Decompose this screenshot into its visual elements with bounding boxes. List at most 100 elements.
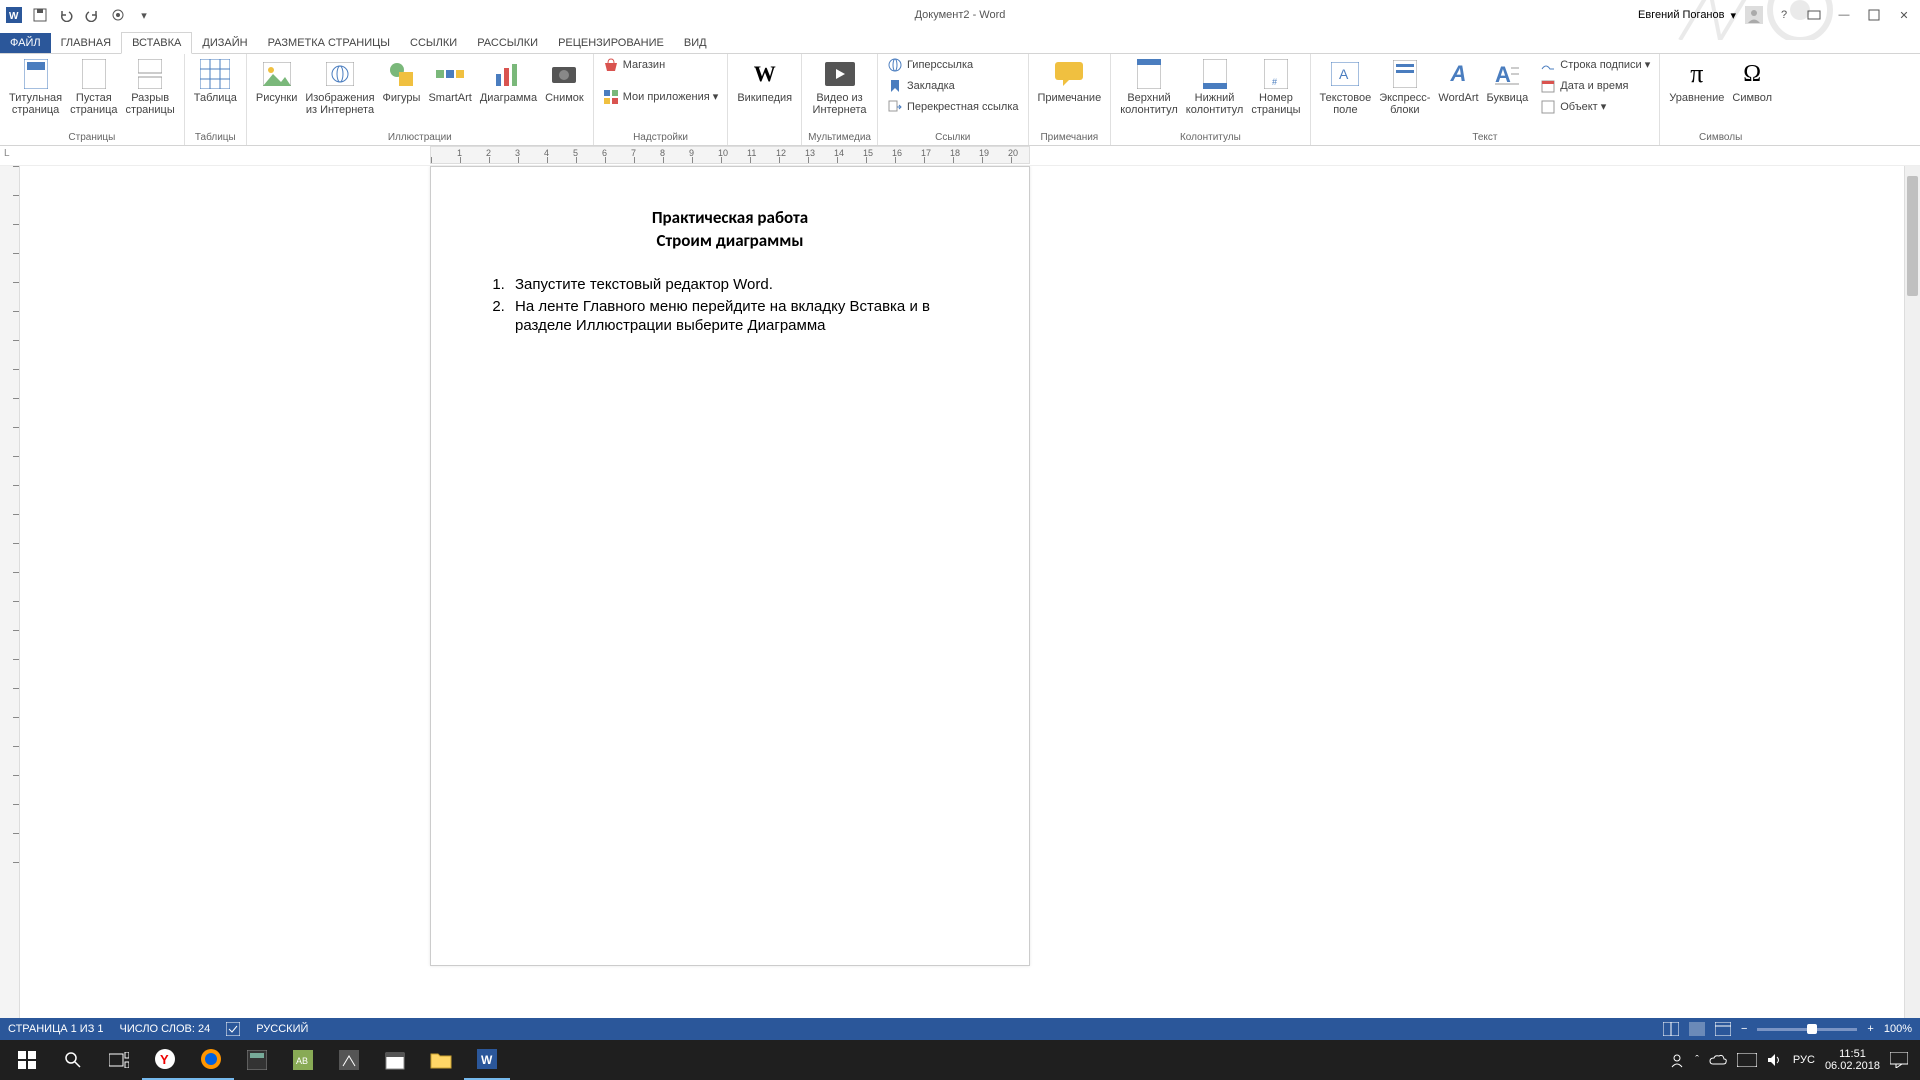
store-button[interactable]: Магазин xyxy=(600,56,722,74)
textbox-button[interactable]: AТекстовоеполе xyxy=(1317,56,1375,118)
vertical-scrollbar[interactable] xyxy=(1904,166,1920,1040)
taskbar-explorer[interactable] xyxy=(418,1040,464,1080)
touch-mode-icon[interactable] xyxy=(108,5,128,25)
qat-dropdown-icon[interactable]: ▾ xyxy=(134,5,154,25)
pictures-button[interactable]: Рисунки xyxy=(253,56,301,106)
quick-parts-button[interactable]: Экспресс-блоки xyxy=(1376,56,1433,118)
close-icon[interactable]: ✕ xyxy=(1892,5,1916,25)
tab-review[interactable]: РЕЦЕНЗИРОВАНИЕ xyxy=(548,33,674,53)
view-read-icon[interactable] xyxy=(1663,1022,1679,1036)
chart-button[interactable]: Диаграмма xyxy=(477,56,540,106)
tab-view[interactable]: ВИД xyxy=(674,33,717,53)
screenshot-button[interactable]: Снимок xyxy=(542,56,587,106)
tray-people-icon[interactable] xyxy=(1669,1052,1685,1068)
equation-button[interactable]: πУравнение xyxy=(1666,56,1727,106)
online-pictures-button[interactable]: Изображенияиз Интернета xyxy=(302,56,377,118)
zoom-out-icon[interactable]: − xyxy=(1741,1023,1747,1035)
tab-file[interactable]: ФАЙЛ xyxy=(0,33,51,53)
tray-notifications-icon[interactable] xyxy=(1890,1052,1908,1068)
signature-line-button[interactable]: Строка подписи ▾ xyxy=(1537,56,1653,74)
date-time-button[interactable]: Дата и время xyxy=(1537,77,1653,95)
statusbar: СТРАНИЦА 1 ИЗ 1 ЧИСЛО СЛОВ: 24 РУССКИЙ −… xyxy=(0,1018,1920,1040)
taskbar-calendar[interactable] xyxy=(372,1040,418,1080)
redo-icon[interactable] xyxy=(82,5,102,25)
footer-button[interactable]: Нижнийколонтитул xyxy=(1183,56,1247,118)
taskbar-calculator[interactable] xyxy=(234,1040,280,1080)
tray-up-icon[interactable]: ˆ xyxy=(1695,1054,1699,1066)
status-words[interactable]: ЧИСЛО СЛОВ: 24 xyxy=(120,1023,211,1035)
comment-button[interactable]: Примечание xyxy=(1035,56,1105,106)
group-illustrations: Рисунки Изображенияиз Интернета Фигуры S… xyxy=(247,54,594,145)
group-label-illustrations: Иллюстрации xyxy=(388,130,452,145)
undo-icon[interactable] xyxy=(56,5,76,25)
user-dropdown-icon[interactable]: ▾ xyxy=(1730,9,1736,22)
tray-volume-icon[interactable] xyxy=(1767,1053,1783,1067)
page-break-button[interactable]: Разрывстраницы xyxy=(123,56,178,118)
status-proofing-icon[interactable] xyxy=(226,1022,240,1036)
tray-onedrive-icon[interactable] xyxy=(1709,1054,1727,1066)
tab-layout[interactable]: РАЗМЕТКА СТРАНИЦЫ xyxy=(258,33,400,53)
zoom-slider[interactable] xyxy=(1757,1028,1857,1031)
blank-page-button[interactable]: Пустаястраница xyxy=(67,56,120,118)
wordart-button[interactable]: AWordArt xyxy=(1435,56,1481,106)
tab-references[interactable]: ССЫЛКИ xyxy=(400,33,467,53)
group-label-symbols: Символы xyxy=(1699,130,1742,145)
smartart-button[interactable]: SmartArt xyxy=(425,56,474,106)
shapes-button[interactable]: Фигуры xyxy=(380,56,424,106)
svg-text:A: A xyxy=(1339,66,1349,82)
tab-design[interactable]: ДИЗАЙН xyxy=(192,33,257,53)
user-name[interactable]: Евгений Поганов xyxy=(1638,9,1724,21)
taskbar-app2[interactable] xyxy=(326,1040,372,1080)
status-page[interactable]: СТРАНИЦА 1 ИЗ 1 xyxy=(8,1023,104,1035)
search-icon[interactable] xyxy=(50,1040,96,1080)
tray-keyboard-icon[interactable] xyxy=(1737,1053,1757,1067)
group-label-pages: Страницы xyxy=(68,130,115,145)
tab-mailings[interactable]: РАССЫЛКИ xyxy=(467,33,548,53)
task-view-icon[interactable] xyxy=(96,1040,142,1080)
view-print-icon[interactable] xyxy=(1689,1022,1705,1036)
symbol-button[interactable]: ΩСимвол xyxy=(1729,56,1775,106)
tray-clock[interactable]: 11:51 06.02.2018 xyxy=(1825,1048,1880,1072)
help-icon[interactable]: ? xyxy=(1772,5,1796,25)
wikipedia-button[interactable]: WВикипедия xyxy=(734,56,795,106)
ribbon-display-icon[interactable] xyxy=(1802,5,1826,25)
page[interactable]: Практическая работа Строим диаграммы Зап… xyxy=(430,166,1030,966)
tab-home[interactable]: ГЛАВНАЯ xyxy=(51,33,121,53)
svg-text:Y: Y xyxy=(160,1052,169,1067)
cross-reference-button[interactable]: Перекрестная ссылка xyxy=(884,98,1022,116)
zoom-level[interactable]: 100% xyxy=(1884,1023,1912,1035)
tray-language[interactable]: РУС xyxy=(1793,1054,1815,1066)
start-button[interactable] xyxy=(4,1040,50,1080)
page-number-button[interactable]: #Номерстраницы xyxy=(1248,56,1303,118)
object-button[interactable]: Объект ▾ xyxy=(1537,98,1653,116)
hyperlink-button[interactable]: Гиперссылка xyxy=(884,56,1022,74)
vertical-ruler[interactable] xyxy=(0,166,20,1040)
user-avatar-icon[interactable] xyxy=(1742,5,1766,25)
taskbar-yandex[interactable]: Y xyxy=(142,1040,188,1080)
maximize-icon[interactable] xyxy=(1862,5,1886,25)
word-icon[interactable]: W xyxy=(4,5,24,25)
cover-page-button[interactable]: Титульнаястраница xyxy=(6,56,65,118)
taskbar: Y AB W ˆ РУС 11:51 06.02.2018 xyxy=(0,1040,1920,1080)
taskbar-app1[interactable]: AB xyxy=(280,1040,326,1080)
scrollbar-thumb[interactable] xyxy=(1907,176,1918,296)
header-button[interactable]: Верхнийколонтитул xyxy=(1117,56,1181,118)
horizontal-ruler[interactable]: 1234567891011121314151617181920 xyxy=(430,146,1030,164)
table-button[interactable]: Таблица xyxy=(191,56,240,106)
list-item: На ленте Главного меню перейдите на вкла… xyxy=(509,297,979,336)
tab-insert[interactable]: ВСТАВКА xyxy=(121,32,192,54)
drop-cap-button[interactable]: AБуквица xyxy=(1484,56,1532,106)
status-language[interactable]: РУССКИЙ xyxy=(256,1023,308,1035)
taskbar-word[interactable]: W xyxy=(464,1040,510,1080)
bookmark-button[interactable]: Закладка xyxy=(884,77,1022,95)
online-video-button[interactable]: Видео изИнтернета xyxy=(810,56,870,118)
group-symbols: πУравнение ΩСимвол Символы xyxy=(1660,54,1781,145)
titlebar: W ▾ Документ2 - Word Евгений Поганов ▾ ?… xyxy=(0,0,1920,30)
save-icon[interactable] xyxy=(30,5,50,25)
view-web-icon[interactable] xyxy=(1715,1022,1731,1036)
zoom-in-icon[interactable]: + xyxy=(1867,1023,1873,1035)
my-apps-button[interactable]: Мои приложения ▾ xyxy=(600,88,722,106)
minimize-icon[interactable]: — xyxy=(1832,5,1856,25)
taskbar-firefox[interactable] xyxy=(188,1040,234,1080)
ribbon: Титульнаястраница Пустаястраница Разрывс… xyxy=(0,54,1920,146)
